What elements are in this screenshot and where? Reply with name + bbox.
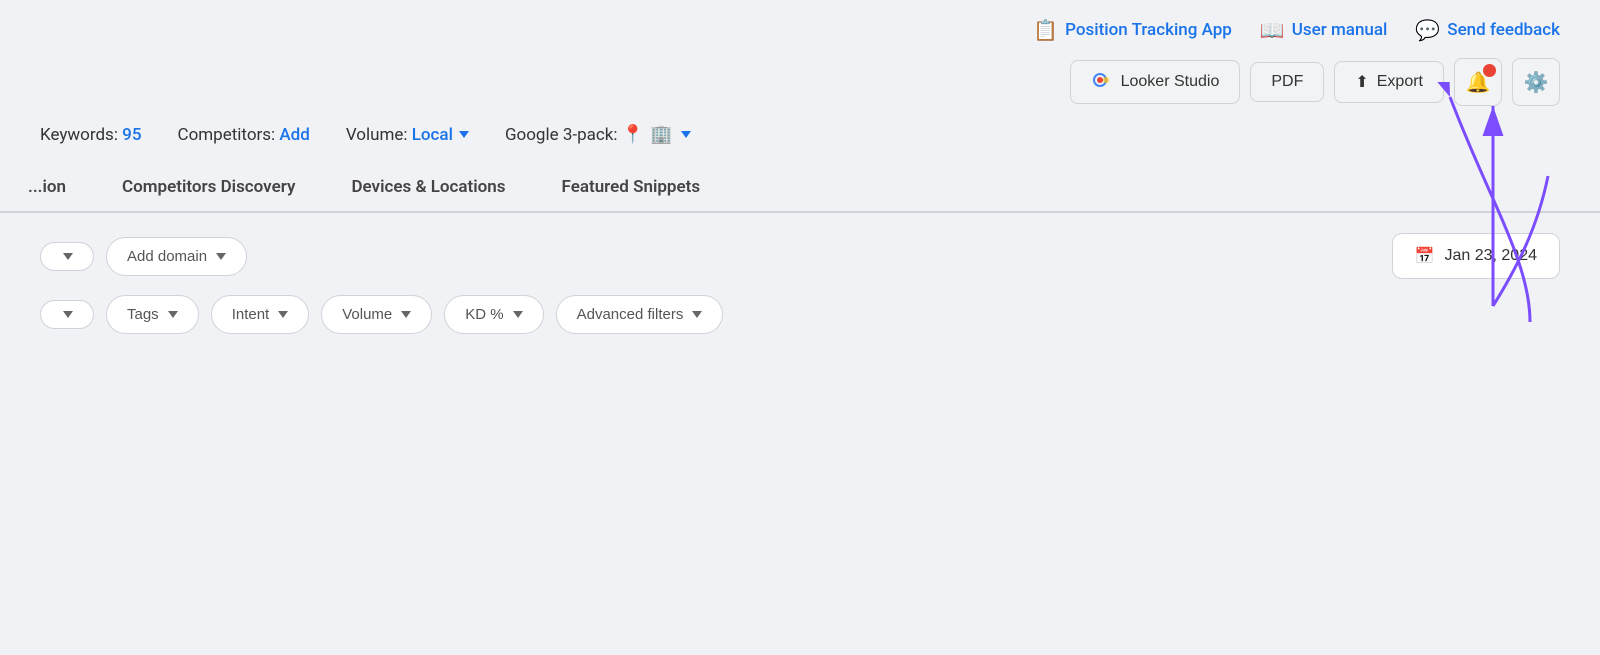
position-tracking-icon: 📋	[1033, 18, 1058, 42]
user-manual-link[interactable]: 📖 User manual	[1260, 18, 1388, 42]
looker-icon	[1091, 71, 1113, 93]
looker-studio-button[interactable]: Looker Studio	[1070, 60, 1241, 104]
keywords-value[interactable]: 95	[122, 125, 141, 145]
competitors-label: Competitors:	[178, 125, 276, 145]
filters-row-2: Tags Intent Volume KD % Advanced filters	[0, 289, 1600, 346]
notification-badge	[1483, 64, 1496, 77]
position-tracking-label: Position Tracking App	[1065, 20, 1232, 40]
advanced-label: Advanced filters	[577, 306, 684, 323]
volume-value: Local	[412, 125, 453, 145]
kd-filter-button[interactable]: KD %	[444, 295, 543, 334]
looker-label: Looker Studio	[1121, 73, 1220, 91]
intent-filter-button[interactable]: Intent	[211, 295, 310, 334]
row2-chevron-icon	[63, 311, 73, 318]
volume-dropdown[interactable]: Local	[412, 125, 469, 145]
google-pack-controls[interactable]: 📍 🏢	[622, 124, 691, 145]
send-feedback-label: Send feedback	[1447, 20, 1560, 40]
notifications-button[interactable]: 🔔	[1454, 58, 1502, 106]
calendar-icon: 📅	[1415, 246, 1435, 266]
date-label: Jan 23, 2024	[1444, 247, 1537, 265]
location-pin-icon: 📍	[622, 124, 644, 145]
kd-label: KD %	[465, 306, 503, 323]
toolbar-row: Looker Studio PDF ⬆ Export 🔔 ⚙️	[0, 52, 1600, 116]
send-feedback-icon: 💬	[1415, 18, 1440, 42]
row2-chevron-button[interactable]	[40, 300, 94, 329]
date-picker-button[interactable]: 📅 Jan 23, 2024	[1392, 233, 1560, 279]
google-pack-label: Google 3-pack:	[505, 125, 618, 145]
settings-button[interactable]: ⚙️	[1512, 58, 1560, 106]
add-domain-chevron-icon	[216, 253, 226, 260]
google-pack-stat: Google 3-pack: 📍 🏢	[505, 124, 691, 145]
export-icon: ⬆	[1355, 72, 1368, 92]
gear-icon: ⚙️	[1524, 70, 1549, 94]
building-icon: 🏢	[650, 124, 672, 145]
keywords-stat: Keywords: 95	[40, 125, 142, 145]
tab-devices-locations[interactable]: Devices & Locations	[323, 163, 533, 211]
tags-chevron-icon	[168, 311, 178, 318]
volume-stat: Volume: Local	[346, 125, 469, 145]
pack-chevron-icon	[681, 131, 691, 138]
export-label: Export	[1377, 73, 1423, 91]
row1-chevron-icon	[63, 253, 73, 260]
tab-competitors[interactable]: Competitors Discovery	[94, 163, 323, 211]
pdf-label: PDF	[1271, 73, 1303, 91]
volume-chevron-icon	[459, 131, 469, 138]
advanced-chevron-icon	[692, 311, 702, 318]
advanced-filters-button[interactable]: Advanced filters	[556, 295, 724, 334]
keywords-label: Keywords:	[40, 125, 118, 145]
top-bar: 📋 Position Tracking App 📖 User manual 💬 …	[0, 0, 1600, 52]
add-domain-label: Add domain	[127, 248, 207, 265]
tags-filter-button[interactable]: Tags	[106, 295, 199, 334]
filters-row-1: Add domain 📅 Jan 23, 2024	[0, 213, 1600, 289]
row1-chevron-button[interactable]	[40, 242, 94, 271]
tab-featured-snippets[interactable]: Featured Snippets	[534, 163, 729, 211]
tab-overview[interactable]: ...ion	[0, 163, 94, 211]
add-domain-button[interactable]: Add domain	[106, 237, 247, 276]
export-button[interactable]: ⬆ Export	[1334, 61, 1444, 103]
intent-label: Intent	[232, 306, 270, 323]
tags-label: Tags	[127, 306, 159, 323]
competitors-value[interactable]: Add	[279, 125, 309, 145]
pdf-button[interactable]: PDF	[1250, 62, 1324, 102]
volume-filter-chevron-icon	[401, 311, 411, 318]
stats-row: Keywords: 95 Competitors: Add Volume: Lo…	[0, 116, 1600, 163]
user-manual-icon: 📖	[1260, 18, 1285, 42]
competitors-stat: Competitors: Add	[178, 125, 310, 145]
volume-filter-button[interactable]: Volume	[321, 295, 432, 334]
position-tracking-link[interactable]: 📋 Position Tracking App	[1033, 18, 1232, 42]
user-manual-label: User manual	[1292, 20, 1388, 40]
kd-chevron-icon	[513, 311, 523, 318]
send-feedback-link[interactable]: 💬 Send feedback	[1415, 18, 1560, 42]
intent-chevron-icon	[278, 311, 288, 318]
volume-filter-label: Volume	[342, 306, 392, 323]
volume-label: Volume:	[346, 125, 408, 145]
tabs-row: ...ion Competitors Discovery Devices & L…	[0, 163, 1600, 213]
